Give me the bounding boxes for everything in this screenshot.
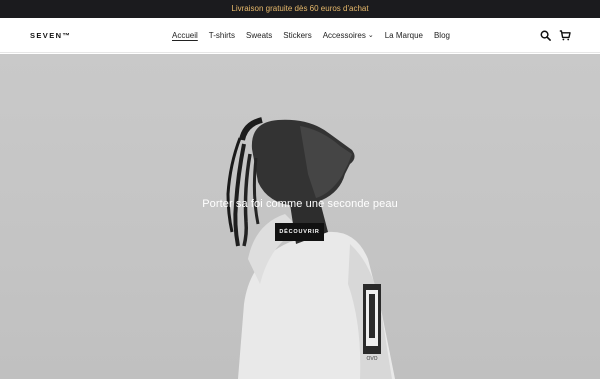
hero-banner: OVO Porter sa foi comme une seconde peau… (0, 54, 600, 379)
search-icon (540, 30, 551, 41)
logo[interactable]: SEVEN™ (30, 18, 71, 53)
search-button[interactable] (538, 28, 552, 42)
nav-item-accessoires[interactable]: Accessoires ⌄ (323, 31, 374, 40)
nav-item-accueil[interactable]: Accueil (172, 31, 198, 40)
hero-image: OVO (226, 117, 395, 379)
nav-item-accessoires-label: Accessoires (322, 31, 366, 40)
nav-item-blog[interactable]: Blog (434, 31, 450, 40)
chevron-down-icon: ⌄ (367, 32, 374, 39)
announcement-bar: Livraison gratuite dès 60 euros d'achat (0, 0, 600, 18)
svg-text:OVO: OVO (366, 356, 377, 362)
hero-title: Porter sa foi comme une seconde peau (202, 198, 398, 210)
cart-button[interactable] (558, 28, 572, 42)
nav-item-la-marque[interactable]: La Marque (385, 31, 423, 40)
nav-item-sweats[interactable]: Sweats (246, 31, 272, 40)
nav-item-stickers[interactable]: Stickers (283, 31, 311, 40)
site-header: SEVEN™ Accueil T-shirts Sweats Stickers … (0, 18, 600, 53)
announcement-text: Livraison gratuite dès 60 euros d'achat (231, 4, 369, 13)
cart-icon (559, 29, 571, 40)
discover-button[interactable]: DÉCOUVRIR (275, 223, 324, 241)
main-nav: Accueil T-shirts Sweats Stickers Accesso… (172, 18, 450, 53)
nav-item-tshirts[interactable]: T-shirts (209, 31, 235, 40)
